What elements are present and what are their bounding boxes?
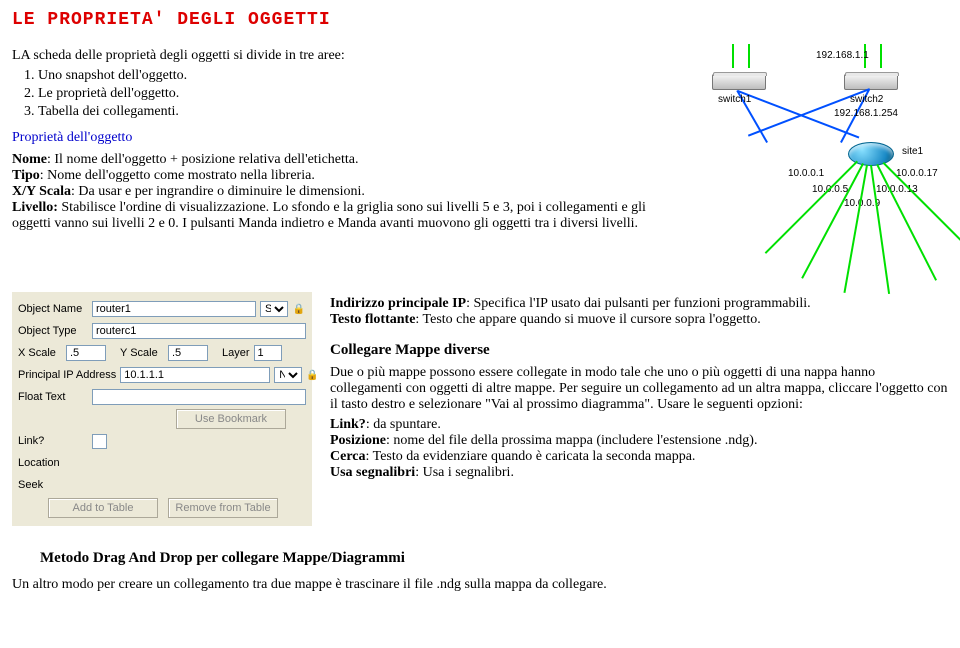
form-label: Y Scale	[120, 347, 164, 359]
switch-label: switch2	[850, 94, 883, 105]
prop-label: Link?	[330, 417, 366, 432]
form-label: Location	[18, 457, 88, 469]
form-label: Object Type	[18, 325, 88, 337]
link-checkbox[interactable]	[92, 434, 107, 449]
form-label: Float Text	[18, 391, 88, 403]
yscale-input[interactable]	[168, 345, 208, 361]
layer-input[interactable]	[254, 345, 282, 361]
form-label: Link?	[18, 435, 88, 447]
object-name-input[interactable]	[92, 301, 256, 317]
switch-icon	[844, 74, 898, 90]
ip-label: 10.0.0.17	[896, 168, 938, 179]
prop-label: Testo flottante	[330, 312, 415, 327]
use-bookmark-button[interactable]: Use Bookmark	[176, 409, 286, 429]
paragraph: Due o più mappe possono essere collegate…	[330, 365, 948, 413]
prop-text: : nome del file della prossima mappa (in…	[386, 433, 757, 448]
prop-label: Tipo	[12, 168, 40, 183]
paragraph: Un altro modo per creare un collegamento…	[12, 577, 948, 593]
float-text-input[interactable]	[92, 389, 306, 405]
site-label: site1	[902, 146, 923, 157]
prop-text: Stabilisce l'ordine di visualizzazione. …	[12, 200, 646, 231]
prop-label: Livello:	[12, 200, 58, 215]
prop-label: Cerca	[330, 449, 366, 464]
section-heading: Metodo Drag And Drop per collegare Mappe…	[40, 550, 948, 567]
ip-align-select[interactable]: N	[274, 367, 302, 383]
prop-text: : Da usar e per ingrandire o diminuire l…	[71, 184, 365, 199]
area-list: Uno snapshot dell'oggetto. Le proprietà …	[12, 68, 678, 120]
right-column-text: Indirizzo principale IP: Specifica l'IP …	[330, 292, 948, 526]
prop-label: X/Y Scala	[12, 184, 71, 199]
switch-label: switch1	[718, 94, 751, 105]
object-type-input[interactable]	[92, 323, 306, 339]
form-label: X Scale	[18, 347, 62, 359]
intro-section: LA scheda delle proprietà degli oggetti …	[12, 44, 678, 274]
prop-text: : Testo da evidenziare quando è caricata…	[366, 449, 696, 464]
prop-text: : Nome dell'oggetto come mostrato nella …	[40, 168, 315, 183]
form-label: Seek	[18, 479, 88, 491]
prop-text: : Il nome dell'oggetto + posizione relat…	[47, 152, 359, 167]
subsection-title: Proprietà dell'oggetto	[12, 130, 678, 146]
ip-label: 10.0.0.1	[788, 168, 824, 179]
prop-label: Nome	[12, 152, 47, 167]
add-to-table-button[interactable]: Add to Table	[48, 498, 158, 518]
object-properties-form: Object Name S 🔒 Object Type X Scale Y Sc…	[12, 292, 312, 526]
network-diagram: 192.168.1.1 switch1 switch2 192.168.1.25…	[688, 44, 948, 274]
ip-label: 192.168.1.254	[834, 108, 898, 119]
lock-icon: 🔒	[306, 368, 318, 382]
ip-label: 192.168.1.1	[816, 50, 869, 61]
prop-label: Indirizzo principale IP	[330, 296, 466, 311]
list-item: Tabella dei collegamenti.	[38, 104, 678, 120]
prop-text: : Usa i segnalibri.	[415, 465, 514, 480]
form-label: Object Name	[18, 303, 88, 315]
intro-text: LA scheda delle proprietà degli oggetti …	[12, 48, 678, 64]
lock-icon: 🔒	[292, 302, 306, 316]
list-item: Uno snapshot dell'oggetto.	[38, 68, 678, 84]
section-heading: Collegare Mappe diverse	[330, 342, 948, 359]
name-align-select[interactable]: S	[260, 301, 288, 317]
form-label: Layer	[222, 347, 250, 359]
prop-text: : Specifica l'IP usato dai pulsanti per …	[466, 296, 811, 311]
prop-text: : da spuntare.	[366, 417, 441, 432]
switch-icon	[712, 74, 766, 90]
principal-ip-input[interactable]	[120, 367, 270, 383]
prop-label: Usa segnalibri	[330, 465, 415, 480]
list-item: Le proprietà dell'oggetto.	[38, 86, 678, 102]
prop-text: : Testo che appare quando si muove il cu…	[415, 312, 760, 327]
options-block: Link?: da spuntare. Posizione: nome del …	[330, 417, 948, 481]
form-label: Principal IP Address	[18, 369, 116, 381]
xscale-input[interactable]	[66, 345, 106, 361]
prop-line: Nome: Il nome dell'oggetto + posizione r…	[12, 152, 678, 232]
prop-label: Posizione	[330, 433, 386, 448]
remove-from-table-button[interactable]: Remove from Table	[168, 498, 278, 518]
page-title: LE PROPRIETA' DEGLI OGGETTI	[12, 10, 948, 30]
